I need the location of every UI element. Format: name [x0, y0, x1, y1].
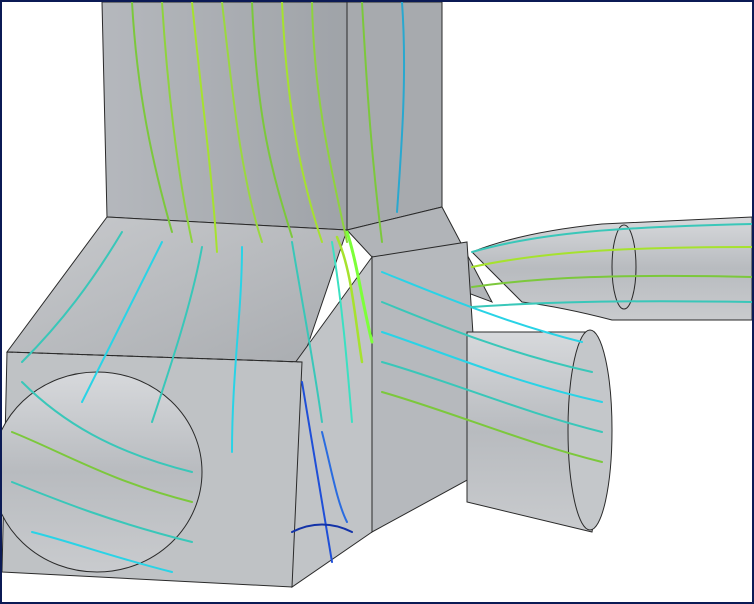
streamline-render: [2, 2, 752, 588]
hopper-face-left: [6, 216, 348, 363]
duct-geometry: [2, 2, 752, 588]
image-frame: [0, 0, 754, 604]
right-lower-pipe-outlet: [567, 329, 613, 531]
side-box: [371, 241, 483, 533]
riser-face-left: [101, 2, 348, 231]
riser-face-right: [346, 2, 443, 231]
